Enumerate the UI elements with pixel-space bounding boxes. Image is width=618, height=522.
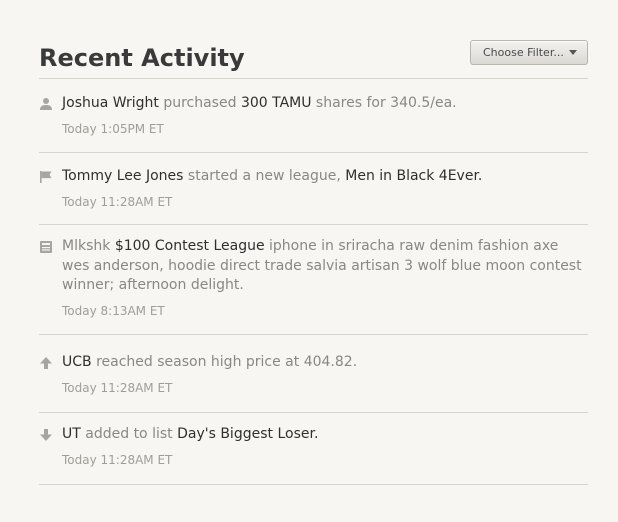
activity-action-text: added to list bbox=[80, 426, 178, 442]
activity-list-link[interactable]: Day's Biggest Loser. bbox=[177, 426, 318, 442]
activity-text: Mlkshk $100 Contest League iphone in sri… bbox=[62, 237, 588, 296]
activity-item: Mlkshk $100 Contest League iphone in sri… bbox=[39, 225, 588, 335]
activity-user-link[interactable]: Tommy Lee Jones bbox=[62, 168, 183, 184]
arrow-up-icon bbox=[40, 357, 52, 369]
activity-timestamp: Today 11:28AM ET bbox=[62, 452, 173, 467]
activity-item: Joshua Wright purchased 300 TAMU shares … bbox=[39, 79, 588, 153]
activity-action-text: started a new league, bbox=[183, 168, 346, 184]
activity-header: Recent Activity Choose Filter... bbox=[39, 36, 588, 79]
activity-panel: Recent Activity Choose Filter... Joshua … bbox=[39, 36, 588, 485]
activity-action-text: purchased bbox=[158, 95, 241, 111]
page-title: Recent Activity bbox=[39, 44, 245, 72]
activity-text: UCB reached season high price at 404.82. bbox=[62, 353, 588, 373]
chevron-down-icon bbox=[569, 50, 577, 55]
flag-icon bbox=[40, 171, 52, 183]
activity-item: UCB reached season high price at 404.82.… bbox=[39, 335, 588, 413]
choose-filter-button[interactable]: Choose Filter... bbox=[470, 40, 588, 65]
user-icon bbox=[40, 98, 52, 110]
activity-timestamp: Today 8:13AM ET bbox=[62, 303, 165, 318]
activity-action-text: reached season high price at 404.82. bbox=[91, 354, 358, 370]
activity-team-link[interactable]: UT bbox=[62, 426, 81, 442]
arrow-down-icon bbox=[40, 429, 52, 441]
newspaper-icon bbox=[40, 241, 52, 253]
activity-timestamp: Today 11:28AM ET bbox=[62, 380, 173, 395]
activity-contest-link[interactable]: $100 Contest League bbox=[115, 238, 265, 254]
activity-text: Tommy Lee Jones started a new league, Me… bbox=[62, 167, 588, 187]
activity-source-text: Mlkshk bbox=[62, 238, 115, 254]
activity-text: Joshua Wright purchased 300 TAMU shares … bbox=[62, 94, 588, 114]
activity-item: Tommy Lee Jones started a new league, Me… bbox=[39, 153, 588, 225]
activity-timestamp: Today 1:05PM ET bbox=[62, 121, 164, 136]
activity-shares-link[interactable]: 300 TAMU bbox=[241, 95, 312, 111]
activity-league-link[interactable]: Men in Black 4Ever. bbox=[345, 168, 482, 184]
activity-text: UT added to list Day's Biggest Loser. bbox=[62, 425, 588, 445]
activity-team-link[interactable]: UCB bbox=[62, 354, 92, 370]
activity-item: UT added to list Day's Biggest Loser. To… bbox=[39, 413, 588, 485]
activity-user-link[interactable]: Joshua Wright bbox=[62, 95, 159, 111]
activity-timestamp: Today 11:28AM ET bbox=[62, 194, 173, 209]
activity-price-text: shares for 340.5/ea. bbox=[311, 95, 457, 111]
choose-filter-label: Choose Filter... bbox=[483, 46, 564, 59]
